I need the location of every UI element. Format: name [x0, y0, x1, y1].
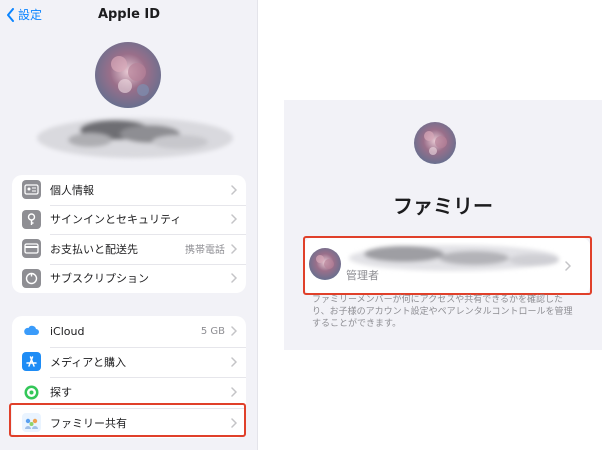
chevron-right-icon [231, 185, 237, 195]
chevron-right-icon [231, 273, 237, 283]
family-description: ファミリーメンバーが何にアクセスや共有できるかを確認したり、お子様のアカウント設… [312, 295, 573, 329]
row-icloud[interactable]: iCloud 5 GB [12, 316, 246, 347]
avatar-photo [95, 42, 161, 108]
icloud-icon [22, 321, 41, 341]
blurred-account-name [37, 118, 233, 158]
row-media-purchases[interactable]: メディアと購入 [12, 346, 246, 378]
row-payment-shipping[interactable]: お支払いと配送先 携帯電話 [12, 234, 246, 264]
find-my-icon [22, 382, 41, 402]
row-label: 探す [50, 386, 72, 400]
id-card-icon [22, 180, 41, 200]
key-icon [22, 209, 41, 229]
credit-card-icon [22, 239, 41, 259]
avatar[interactable] [95, 42, 161, 108]
family-avatar [414, 122, 456, 164]
chevron-right-icon [231, 326, 237, 336]
member-highlight [303, 236, 592, 295]
account-settings-group: 個人情報 サインインとセキュリティ お支払いと配送先 携帯電話 サブスクリプショ… [12, 175, 246, 293]
chevron-right-icon [231, 244, 237, 254]
row-label: iCloud [50, 324, 85, 338]
chevron-right-icon [231, 214, 237, 224]
avatar-photo [414, 122, 456, 164]
family-sharing-highlight [9, 403, 246, 437]
app-store-icon [22, 352, 41, 372]
family-title: ファミリー [393, 194, 493, 218]
chevron-right-icon [231, 387, 237, 397]
row-label: 個人情報 [50, 183, 94, 197]
chevron-right-icon [231, 357, 237, 367]
row-label: サブスクリプション [50, 272, 149, 286]
row-signin-security[interactable]: サインインとセキュリティ [12, 204, 246, 235]
row-label: お支払いと配送先 [50, 242, 138, 256]
row-value: 5 GB [200, 325, 225, 337]
row-label: サインインとセキュリティ [50, 213, 182, 227]
row-label: メディアと購入 [50, 355, 127, 369]
row-subscriptions[interactable]: サブスクリプション [12, 263, 246, 294]
row-value: 携帯電話 [185, 245, 225, 257]
subscription-icon [22, 268, 41, 288]
apple-id-panel: 設定 Apple ID 個人情報 サインインとセキュリティ お支払いと配送先 携… [0, 0, 258, 450]
page-title: Apple ID [97, 7, 161, 22]
family-panel: ファミリー 管理者 ファミリーメンバーが何にアクセスや共有できるかを確認したり、… [284, 100, 602, 350]
row-personal-info[interactable]: 個人情報 [12, 175, 246, 205]
navigation-bar: 設定 Apple ID [0, 0, 258, 30]
